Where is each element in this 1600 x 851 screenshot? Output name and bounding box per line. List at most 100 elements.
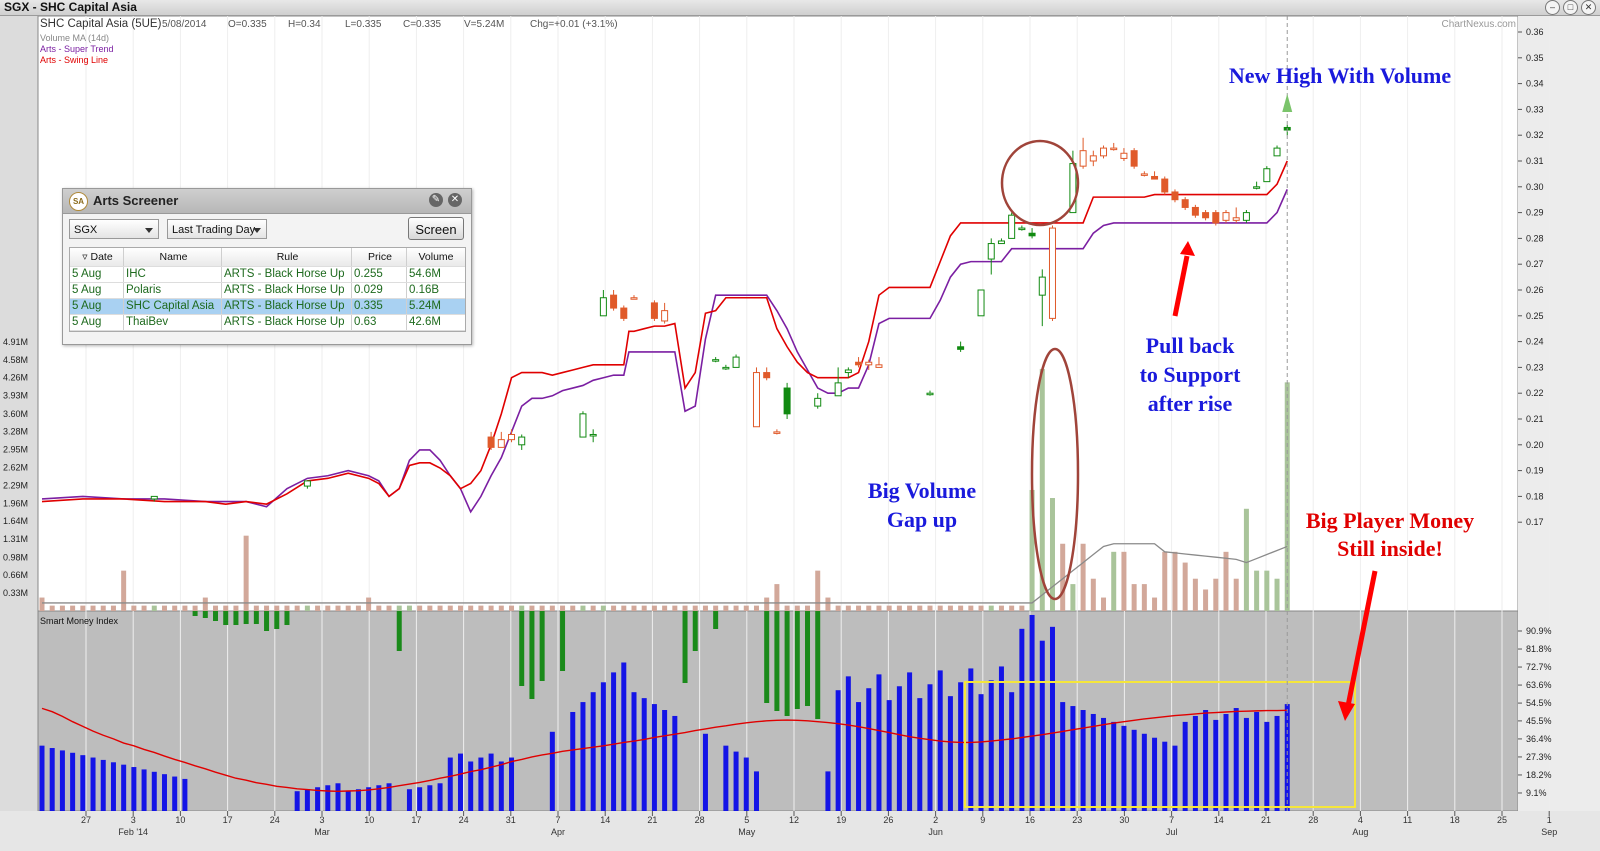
smi-bar: [866, 688, 872, 811]
volume-bar: [713, 605, 719, 611]
cell-price: 0.255: [352, 267, 407, 282]
volume-bar: [366, 597, 372, 611]
table-header: ▿ Date Name Rule Price Volume: [70, 248, 465, 267]
smi-bar: [141, 769, 147, 811]
close-icon[interactable]: ✕: [448, 193, 462, 207]
volume-bar: [437, 605, 443, 611]
smi-bar: [998, 666, 1004, 811]
volume-bar: [876, 605, 882, 611]
smi-bar: [570, 711, 576, 811]
smi-bar: [1090, 713, 1096, 811]
volume-bar: [917, 605, 923, 611]
legend-entry: Volume MA (14d): [40, 33, 109, 43]
column-header-name[interactable]: Name: [124, 248, 222, 266]
price-tick-label: 0.32: [1526, 130, 1544, 140]
smi-negative-bar: [794, 611, 800, 709]
table-row[interactable]: 5 Aug ThaiBev ARTS - Black Horse Up 0.63…: [70, 315, 465, 331]
price-chart[interactable]: 27 3 10 17 24 3 10 17 24 31 7 14 21 28 5 12 19 26 2 9 16 23 30…: [0, 16, 1600, 851]
volume-bar: [141, 605, 147, 611]
volume-bar: [580, 605, 586, 611]
column-header-date[interactable]: ▿ Date: [70, 248, 124, 266]
candle-body: [589, 433, 597, 437]
maximize-button[interactable]: □: [1563, 0, 1578, 15]
period-select[interactable]: Last Trading Day: [167, 219, 267, 239]
column-header-rule[interactable]: Rule: [222, 248, 352, 266]
table-row-selected[interactable]: 5 Aug SHC Capital Asia ARTS - Black Hors…: [70, 299, 465, 315]
x-tick-label: 26: [883, 815, 893, 825]
smi-tick-label: 63.6%: [1526, 680, 1552, 690]
smi-negative-bar: [253, 611, 259, 624]
smi-bar: [958, 682, 964, 811]
arts-screener-panel[interactable]: SA Arts Screener ✎ ✕ SGX Last Trading Da…: [62, 188, 472, 345]
screener-header[interactable]: SA Arts Screener ✎ ✕: [63, 189, 471, 214]
smi-bar: [631, 692, 637, 811]
volume-bar: [753, 605, 759, 611]
volume-bar: [355, 605, 361, 611]
cell-price: 0.63: [352, 315, 407, 330]
volume-bar: [1070, 584, 1076, 611]
smi-tick-label: 9.1%: [1526, 788, 1547, 798]
close-button[interactable]: ✕: [1581, 0, 1596, 15]
smi-bar: [1009, 692, 1015, 811]
volume-bar: [539, 605, 545, 611]
volume-bar: [49, 605, 55, 611]
x-tick-label: 9: [980, 815, 985, 825]
smi-bar: [896, 686, 902, 811]
screener-table: ▿ Date Name Rule Price Volume 5 Aug IHC …: [69, 247, 466, 332]
volume-bar: [457, 605, 463, 611]
x-tick-label: 24: [459, 815, 469, 825]
cell-rule: ARTS - Black Horse Up: [222, 315, 352, 330]
column-header-price[interactable]: Price: [352, 248, 407, 266]
x-tick-label: 10: [364, 815, 374, 825]
volume-bar: [478, 605, 484, 611]
candle-body: [814, 397, 822, 407]
volume-bar: [1090, 578, 1096, 611]
table-row[interactable]: 5 Aug IHC ARTS - Black Horse Up 0.255 54…: [70, 267, 465, 283]
candle-body: [763, 372, 771, 379]
smi-bar: [947, 696, 953, 811]
price-tick-label: 0.23: [1526, 362, 1544, 372]
minimize-button[interactable]: –: [1545, 0, 1560, 15]
x-tick-label: 14: [600, 815, 610, 825]
exchange-select[interactable]: SGX: [69, 219, 159, 239]
month-label: Feb '14: [118, 827, 148, 837]
legend-entry: Arts - Swing Line: [40, 55, 108, 65]
column-header-volume[interactable]: Volume: [407, 248, 463, 266]
volume-bar: [835, 605, 841, 611]
x-tick-label: 1: [1547, 815, 1552, 825]
smi-bar: [447, 757, 453, 811]
smi-bar: [1121, 725, 1127, 811]
exchange-select-value: SGX: [74, 224, 98, 236]
price-tick-label: 0.25: [1526, 311, 1544, 321]
volume-bar: [529, 605, 535, 611]
price-tick-label: 0.27: [1526, 259, 1544, 269]
ohlc-readout: H=0.34: [288, 19, 321, 30]
x-tick-label: 2: [933, 815, 938, 825]
price-tick-label: 0.21: [1526, 414, 1544, 424]
volume-bar: [886, 605, 892, 611]
smi-bar: [1243, 717, 1249, 811]
month-label: May: [738, 827, 756, 837]
volume-bar: [896, 605, 902, 611]
month-label: Mar: [314, 827, 330, 837]
smi-negative-bar: [692, 611, 698, 651]
price-tick-label: 0.36: [1526, 27, 1544, 37]
smi-bar: [988, 680, 994, 811]
candle-body: [1079, 150, 1087, 167]
volume-bar: [662, 605, 668, 611]
volume-bar: [743, 605, 749, 611]
volume-bar: [927, 605, 933, 611]
smi-bar: [876, 674, 882, 811]
table-row[interactable]: 5 Aug Polaris ARTS - Black Horse Up 0.02…: [70, 283, 465, 299]
annotation-new-high: New High With Volume: [1229, 63, 1452, 88]
x-tick-label: 18: [1450, 815, 1460, 825]
x-tick-label: 24: [270, 815, 280, 825]
smi-negative-bar: [713, 611, 719, 629]
volume-bar: [284, 605, 290, 611]
screen-button[interactable]: Screen: [408, 217, 464, 240]
candle-body: [1171, 191, 1179, 201]
wrench-icon[interactable]: ✎: [429, 193, 443, 207]
month-label: Jun: [928, 827, 943, 837]
candle-body: [1048, 227, 1056, 319]
smi-bar: [1203, 710, 1209, 811]
